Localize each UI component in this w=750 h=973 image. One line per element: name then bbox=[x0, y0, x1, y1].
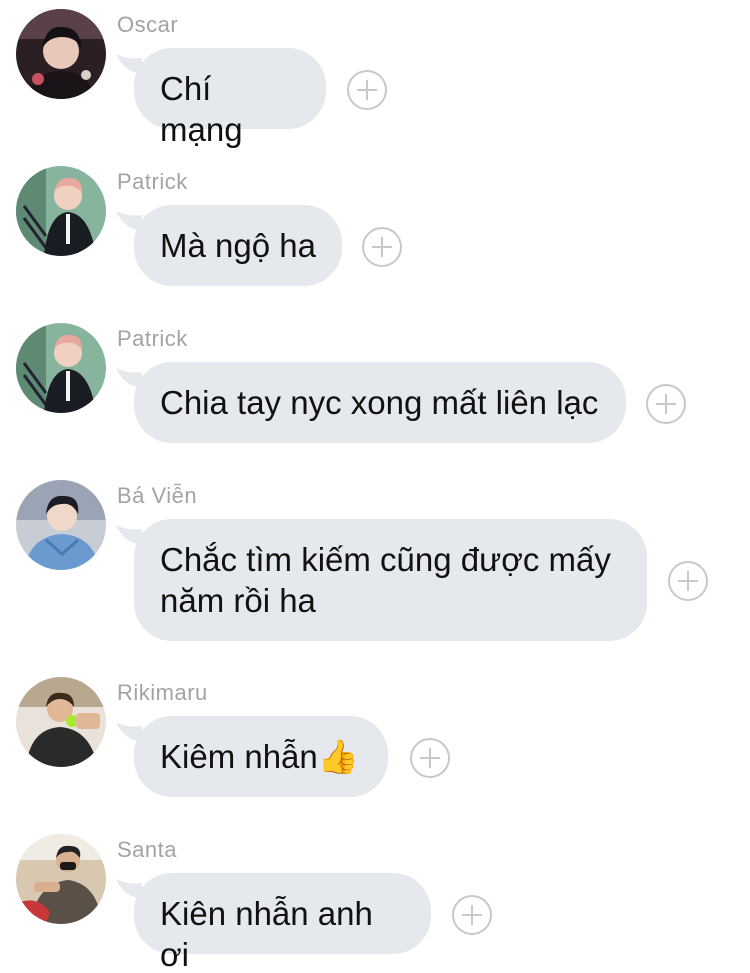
sender-name: Rikimaru bbox=[117, 680, 208, 705]
message-bubble[interactable]: Mà ngộ ha bbox=[134, 205, 342, 286]
sender-name: Oscar bbox=[117, 12, 179, 37]
message-text: Chia tay nyc xong mất liên lạc bbox=[160, 384, 599, 421]
plus-circle-icon[interactable] bbox=[362, 227, 402, 267]
avatar[interactable] bbox=[16, 834, 106, 924]
sender-name: Patrick bbox=[117, 326, 188, 351]
plus-circle-icon[interactable] bbox=[452, 895, 492, 935]
message-row: Santa Kiên nhẫn anh ơi bbox=[0, 825, 750, 973]
message-text-line: Chắc tìm kiếm cũng được mấy bbox=[160, 541, 611, 578]
sender-name: Santa bbox=[117, 837, 177, 862]
message-bubble[interactable]: Kiêm nhẫn👍 bbox=[134, 716, 388, 797]
message-bubble[interactable]: Kiên nhẫn anh ơi bbox=[134, 873, 431, 973]
message-bubble[interactable]: Chí mạng bbox=[134, 48, 326, 148]
message-bubble[interactable]: Chắc tìm kiếm cũng được mấy năm rồi ha bbox=[134, 519, 647, 641]
avatar[interactable] bbox=[16, 480, 106, 570]
thumbs-up-icon: 👍 bbox=[317, 737, 359, 776]
message-row: Rikimaru Kiêm nhẫn👍 bbox=[0, 668, 750, 808]
message-row: Patrick Mà ngộ ha bbox=[0, 157, 750, 297]
message-row: Oscar Chí mạng bbox=[0, 0, 750, 148]
message-text: Kiên nhẫn anh ơi bbox=[160, 895, 373, 973]
chat-thread: Oscar Chí mạng Patrick Mà ngộ ha Patrick… bbox=[0, 0, 750, 973]
message-text-line: năm rồi ha bbox=[160, 582, 316, 619]
plus-circle-icon[interactable] bbox=[410, 738, 450, 778]
plus-circle-icon[interactable] bbox=[668, 561, 708, 601]
sender-name: Patrick bbox=[117, 169, 188, 194]
message-row: Bá Viễn Chắc tìm kiếm cũng được mấy năm … bbox=[0, 471, 750, 651]
sender-name: Bá Viễn bbox=[117, 483, 198, 508]
message-row: Patrick Chia tay nyc xong mất liên lạc bbox=[0, 314, 750, 454]
avatar[interactable] bbox=[16, 9, 106, 99]
message-text: Kiêm nhẫn bbox=[160, 738, 318, 775]
avatar[interactable] bbox=[16, 166, 106, 256]
message-bubble[interactable]: Chia tay nyc xong mất liên lạc bbox=[134, 362, 626, 443]
plus-circle-icon[interactable] bbox=[347, 70, 387, 110]
avatar[interactable] bbox=[16, 323, 106, 413]
message-text: Chí mạng bbox=[160, 70, 243, 148]
message-text: Mà ngộ ha bbox=[160, 227, 316, 264]
plus-circle-icon[interactable] bbox=[646, 384, 686, 424]
avatar[interactable] bbox=[16, 677, 106, 767]
